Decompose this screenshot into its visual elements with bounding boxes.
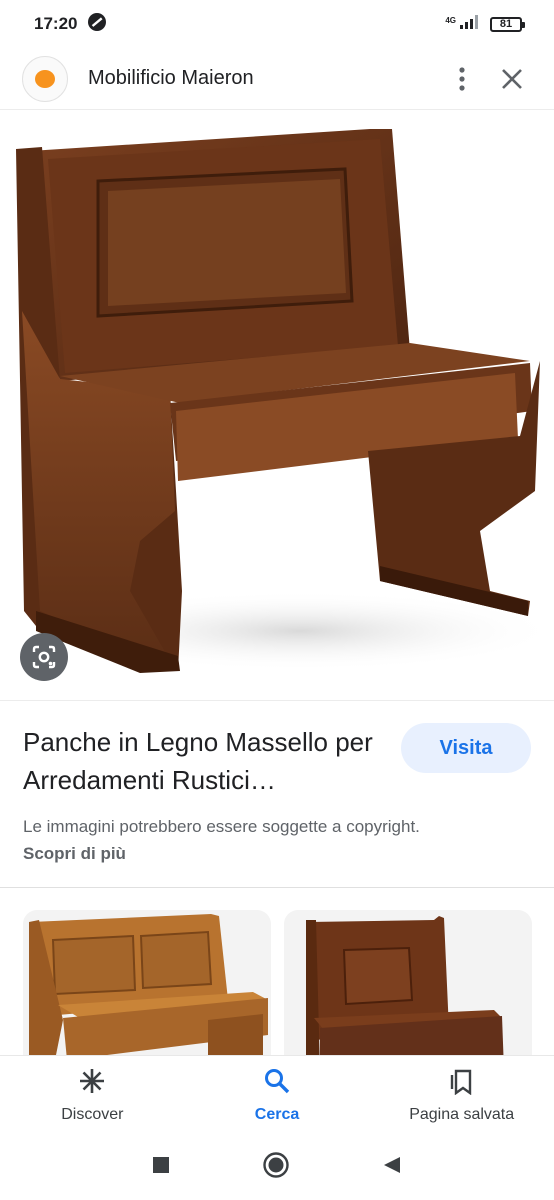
visit-button[interactable]: Visita — [401, 723, 531, 773]
system-navigation — [0, 1134, 554, 1200]
home-button[interactable] — [262, 1151, 290, 1184]
result-info: Panche in Legno Massello per Arredamenti… — [0, 700, 554, 888]
source-header: Mobilificio Maieron — [0, 48, 554, 110]
nav-discover-label: Discover — [61, 1105, 124, 1123]
clock: 17:20 — [34, 14, 78, 33]
nav-discover[interactable]: Discover — [0, 1056, 185, 1134]
result-title[interactable]: Panche in Legno Massello per Arredamenti… — [23, 723, 383, 799]
nav-search-label: Cerca — [254, 1105, 300, 1123]
battery-icon: 81 — [490, 16, 525, 32]
site-favicon[interactable] — [22, 55, 68, 102]
asterisk-icon — [78, 1067, 106, 1100]
status-bar: 17:20 4G 81 — [0, 0, 554, 48]
recents-button[interactable] — [152, 1156, 170, 1179]
signal-icon — [458, 14, 482, 35]
nav-search[interactable]: Cerca — [185, 1056, 370, 1134]
learn-more-link[interactable]: Scopri di più — [23, 844, 126, 863]
related-image-1[interactable] — [23, 910, 271, 1055]
dnd-icon — [87, 12, 107, 37]
site-name[interactable]: Mobilificio Maieron — [88, 67, 432, 90]
main-image[interactable] — [0, 111, 554, 698]
copyright-notice: Le immagini potrebbero essere soggette a… — [23, 813, 423, 867]
copyright-text: Le immagini potrebbero essere soggette a… — [23, 817, 420, 836]
related-images — [0, 889, 554, 1055]
nav-saved[interactable]: Pagina salvata — [369, 1056, 554, 1134]
nav-saved-label: Pagina salvata — [409, 1105, 515, 1123]
more-vert-icon[interactable] — [442, 59, 482, 99]
search-icon — [263, 1067, 291, 1100]
lens-search-icon[interactable] — [20, 633, 68, 681]
close-icon[interactable] — [492, 59, 532, 99]
related-image-2[interactable] — [284, 910, 532, 1055]
back-button[interactable] — [382, 1155, 402, 1180]
bookmarks-icon — [448, 1067, 476, 1100]
bottom-navigation: Discover Cerca Pagina salvata — [0, 1055, 554, 1134]
network-label: 4G — [445, 15, 456, 25]
